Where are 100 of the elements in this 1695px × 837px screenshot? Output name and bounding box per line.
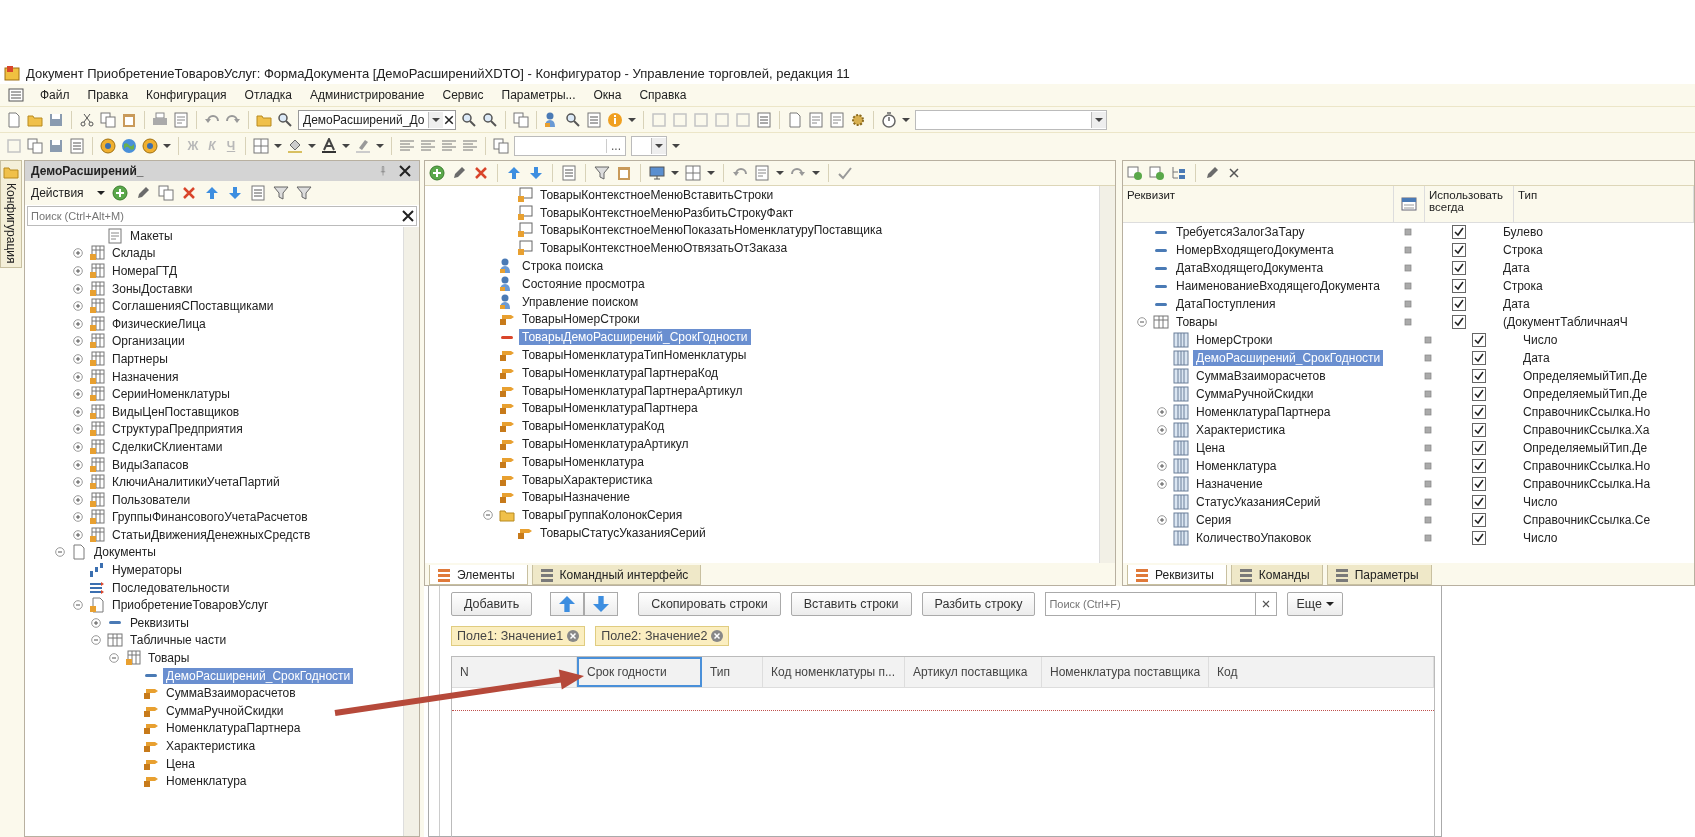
delete-icon[interactable] (180, 185, 197, 201)
tree-item[interactable]: ТоварыКонтекстноеМенюРазбитьСтрокуФакт (537, 204, 797, 221)
panel-tab[interactable]: Параметры (1326, 565, 1432, 585)
expand-icon[interactable] (1157, 407, 1167, 417)
expand-icon[interactable] (73, 266, 83, 276)
add-button[interactable]: Добавить (451, 592, 533, 616)
tree-item[interactable]: СуммаРучнойСкидки (163, 702, 287, 719)
up-arrow-icon[interactable] (506, 165, 522, 181)
expand-icon[interactable] (73, 371, 83, 382)
scissors-icon[interactable] (79, 111, 95, 128)
menu-item[interactable]: Конфигурация (144, 88, 229, 102)
menu-item[interactable]: Администрирование (308, 88, 427, 102)
tree-item[interactable]: Последовательности (109, 579, 233, 596)
menu-icon[interactable] (8, 87, 24, 103)
menu-item[interactable]: Отладка (242, 88, 295, 102)
attribute-name[interactable]: СтатусУказанияСерий (1193, 494, 1324, 510)
search-icon[interactable] (565, 111, 582, 128)
tree-item[interactable]: СоглашенияСПоставщиками (109, 298, 277, 315)
fill-icon[interactable] (287, 137, 303, 154)
column-header[interactable]: Код (1209, 657, 1434, 687)
tree-item[interactable]: ТоварыНоменклатураПартнераАртикул (519, 382, 746, 399)
add-row-icon[interactable] (1127, 165, 1143, 181)
ball-icon[interactable] (100, 137, 116, 154)
side-tab[interactable]: Конфигурация (0, 160, 22, 268)
checkbox[interactable] (1452, 315, 1466, 329)
expand-icon[interactable] (73, 406, 83, 417)
text-color-icon[interactable] (321, 137, 337, 154)
tree-item[interactable]: СделкиСКлиентами (109, 438, 226, 455)
caret-icon[interactable] (96, 191, 105, 195)
tree-item[interactable]: Пользователи (109, 491, 194, 508)
tree-item[interactable]: ТоварыГруппаКолонокСерия (519, 507, 686, 524)
add-icon[interactable] (111, 185, 128, 201)
list-icon[interactable] (69, 137, 85, 154)
menu-item[interactable]: Параметры... (499, 88, 578, 102)
filter-tag[interactable]: Поле1: Значение1 (451, 626, 586, 646)
expand-icon[interactable] (73, 529, 83, 540)
tree-item[interactable]: Цена (163, 755, 198, 772)
attribute-name[interactable]: НоменклатураПартнера (1193, 404, 1334, 420)
attribute-name[interactable]: ТребуетсяЗалогЗаТару (1173, 224, 1308, 240)
add-row-icon[interactable] (1149, 165, 1165, 181)
clipboard-icon[interactable] (121, 111, 137, 128)
tree-item[interactable]: КлючиАналитикиУчетаПартий (109, 474, 283, 491)
save-icon[interactable] (48, 137, 64, 154)
close-icon[interactable] (400, 208, 416, 224)
caret-icon[interactable] (376, 143, 384, 148)
tree-item[interactable]: ТоварыКонтекстноеМенюПоказатьНоменклатуруПоставщика (537, 222, 886, 239)
tree-item[interactable]: ТоварыНомерСтроки (519, 311, 643, 328)
grid-icon[interactable] (685, 165, 701, 181)
ball-icon[interactable] (142, 137, 158, 154)
column-header[interactable]: Артикул поставщика (905, 657, 1042, 687)
caret-icon[interactable] (776, 171, 784, 175)
expand-icon[interactable] (73, 283, 83, 294)
attribute-name[interactable]: КоличествоУпаковок (1193, 530, 1314, 546)
tree-item[interactable]: ТоварыНоменклатураТипНоменклатуры (519, 347, 750, 364)
column-header[interactable]: Реквизит (1123, 186, 1394, 222)
attribute-name[interactable]: ДатаВходящегоДокумента (1173, 260, 1327, 276)
expand-icon[interactable] (1157, 461, 1167, 471)
caret-icon[interactable] (672, 143, 680, 148)
tree-item[interactable]: ВидыЗапасов (109, 456, 192, 473)
checkbox[interactable] (1472, 423, 1486, 437)
tree-item[interactable]: ЗоныДоставки (109, 280, 196, 297)
checkbox[interactable] (1472, 369, 1486, 383)
remove-icon[interactable] (711, 630, 724, 642)
panel-tab[interactable]: Командный интерфейс (531, 565, 702, 585)
checkbox[interactable] (1472, 351, 1486, 365)
caret-icon[interactable] (671, 171, 679, 175)
tree-item[interactable]: ТоварыНоменклатураПартнера (519, 400, 701, 417)
sheet-icon[interactable] (808, 111, 825, 128)
sheet-icon[interactable] (754, 165, 770, 181)
checkbox[interactable] (1472, 405, 1486, 419)
document-icon[interactable] (787, 111, 804, 128)
attribute-name[interactable]: Товары (1173, 314, 1221, 330)
tree-item[interactable]: Реквизиты (127, 614, 192, 631)
checkbox[interactable] (1452, 225, 1466, 239)
more-button[interactable]: Еще (1287, 592, 1343, 616)
tree-item[interactable]: ПриобретениеТоваровУслуг (109, 597, 272, 614)
search-icon[interactable] (277, 111, 293, 128)
copy-icon[interactable] (513, 111, 530, 128)
collapse-icon[interactable] (1137, 317, 1147, 327)
caret-icon[interactable] (308, 143, 316, 148)
printer-icon[interactable] (152, 111, 168, 128)
caret-icon[interactable] (163, 143, 171, 148)
expand-icon[interactable] (91, 617, 101, 628)
tree-item[interactable]: ТоварыНоменклатураПартнераКод (519, 364, 722, 381)
pencil-icon[interactable] (1204, 165, 1220, 181)
expand-icon[interactable] (73, 318, 83, 329)
list-icon[interactable] (756, 111, 773, 128)
copy-icon[interactable] (100, 111, 116, 128)
tree-item[interactable]: ТоварыНазначение (519, 489, 633, 506)
list-icon[interactable] (249, 185, 266, 201)
tree-item[interactable]: ТоварыХарактеристика (519, 471, 656, 488)
search-box[interactable]: Поиск (Ctrl+F) (1045, 592, 1278, 616)
filter-icon[interactable] (272, 185, 289, 201)
tree-item[interactable]: Управление поиском (519, 293, 642, 310)
checkbox[interactable] (1452, 279, 1466, 293)
tree-item[interactable]: Макеты (127, 227, 176, 244)
attribute-name[interactable]: Назначение (1193, 476, 1266, 492)
expand-icon[interactable] (73, 424, 83, 435)
move-down-button[interactable] (584, 592, 619, 616)
form-button[interactable]: Разбить строку (921, 592, 1036, 616)
